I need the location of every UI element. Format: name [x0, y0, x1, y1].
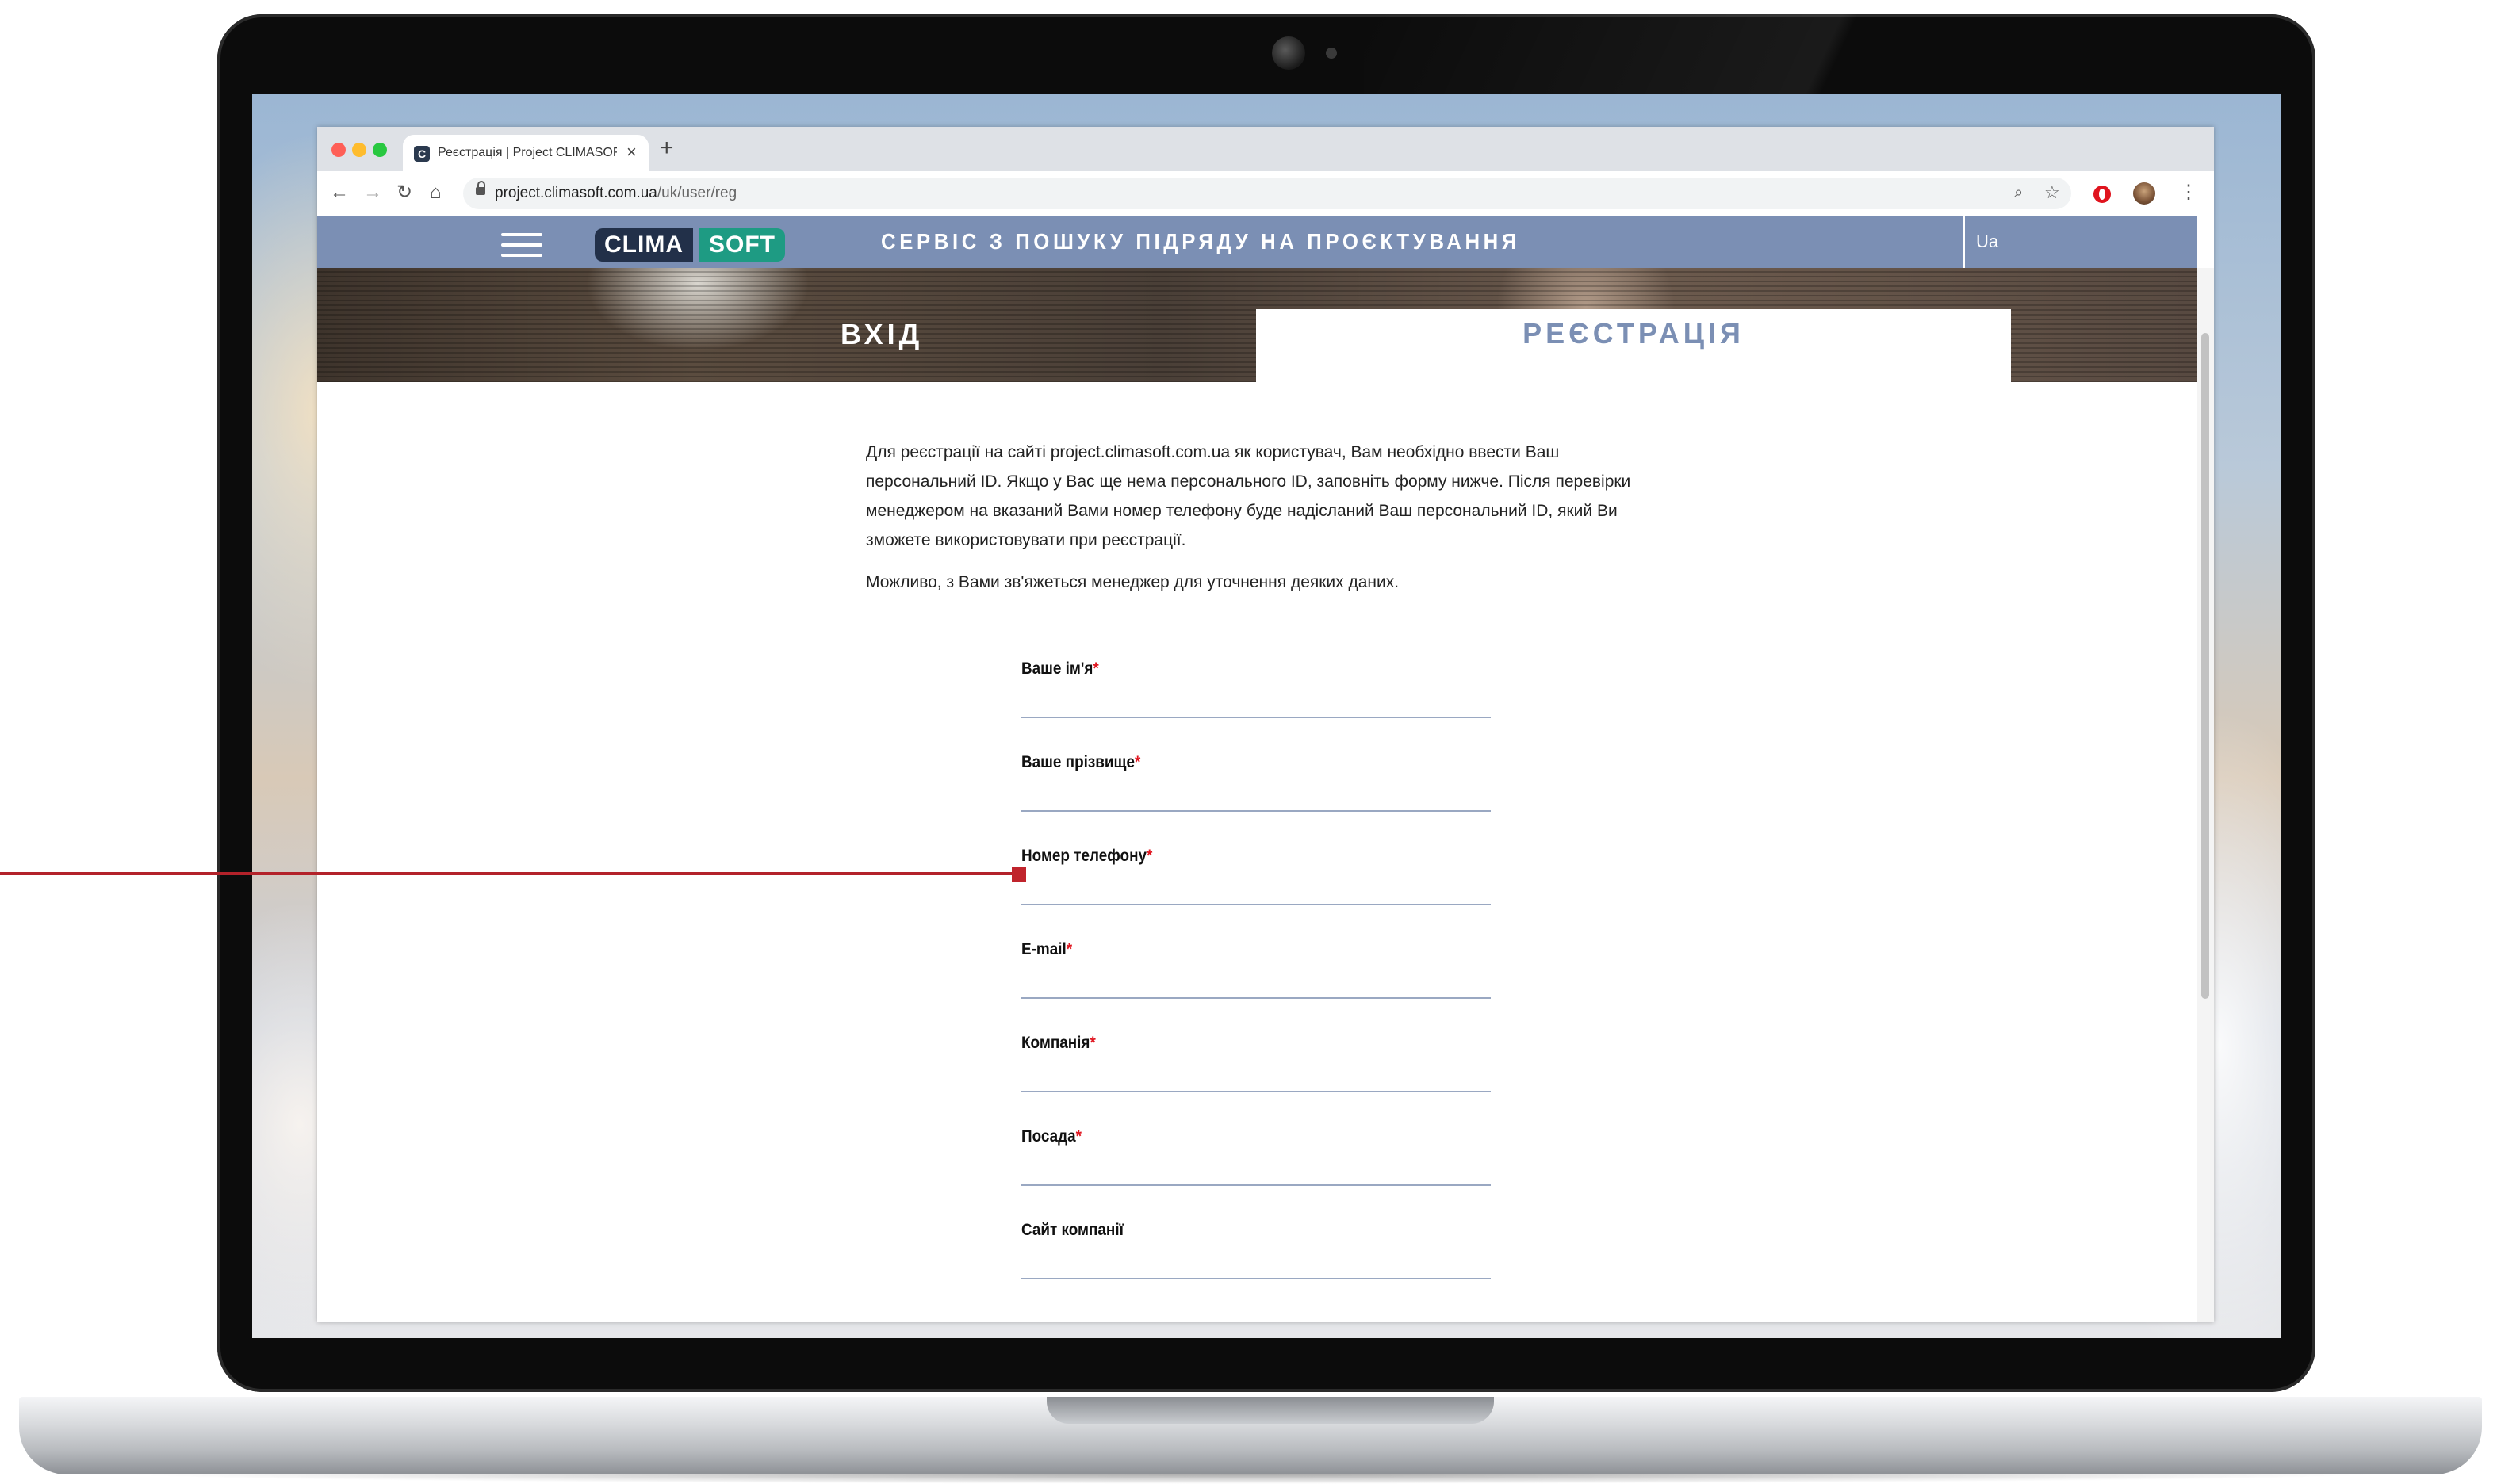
field-label-text: Компанія: [1021, 1034, 1090, 1052]
back-arrow-icon[interactable]: ←: [330, 181, 349, 205]
forward-arrow-icon[interactable]: →: [363, 181, 382, 205]
field-position: Посада*: [1021, 1127, 1491, 1221]
field-label-text: Сайт компанії: [1021, 1221, 1124, 1239]
lock-icon: [476, 181, 485, 195]
field-company: Компанія*: [1021, 1034, 1491, 1127]
laptop-screen: C Реєстрація | Project CLIMASOFT × + ← →…: [252, 94, 2281, 1338]
hamburger-menu-icon[interactable]: [501, 233, 542, 257]
opera-icon[interactable]: [2093, 186, 2111, 203]
logo-clima[interactable]: CLIMA: [595, 228, 693, 262]
close-tab-icon[interactable]: ×: [626, 143, 637, 162]
site-title: СЕРВІС З ПОШУКУ ПІДРЯДУ НА ПРОЄКТУВАННЯ: [881, 229, 1520, 254]
browser-tab[interactable]: C Реєстрація | Project CLIMASOFT ×: [403, 135, 649, 171]
favicon-icon: C: [414, 146, 430, 162]
close-window-button[interactable]: [331, 143, 346, 157]
field-last-name: Ваше прізвище*: [1021, 753, 1491, 847]
maximize-window-button[interactable]: [373, 143, 387, 157]
callout-marker: [1012, 867, 1026, 882]
logo-soft[interactable]: SOFT: [699, 228, 785, 262]
address-bar[interactable]: project.climasoft.com.ua/uk/user/reg ⌕ ☆: [463, 178, 2071, 209]
language-divider: [1963, 216, 1965, 268]
url-host: project.climasoft.com.ua: [495, 185, 657, 201]
new-tab-icon[interactable]: +: [660, 136, 674, 160]
camera-icon: [1272, 36, 1305, 70]
web-page: CLIMA SOFT СЕРВІС З ПОШУКУ ПІДРЯДУ НА ПР…: [317, 216, 2214, 1322]
field-label-text: Посада: [1021, 1127, 1076, 1146]
field-label-text: Ваше прізвище: [1021, 753, 1135, 771]
field-company-site: Сайт компанії: [1021, 1221, 1491, 1314]
company-site-input[interactable]: [1021, 1246, 1491, 1279]
star-icon[interactable]: ☆: [2044, 181, 2060, 205]
field-label: Ваше ім'я*: [1021, 660, 1099, 679]
avatar-icon[interactable]: [2133, 182, 2155, 205]
field-label: E-mail*: [1021, 940, 1072, 959]
field-label: Номер телефону*: [1021, 847, 1152, 866]
company-input[interactable]: [1021, 1059, 1491, 1092]
required-mark: *: [1093, 660, 1099, 678]
registration-form: Ваше ім'я* Ваше прізвище* Номер телефону…: [1021, 660, 1491, 1314]
minimize-window-button[interactable]: [352, 143, 366, 157]
first-name-input[interactable]: [1021, 685, 1491, 718]
required-mark: *: [1147, 847, 1153, 865]
home-icon[interactable]: ⌂: [430, 181, 442, 205]
site-header: CLIMA SOFT СЕРВІС З ПОШУКУ ПІДРЯДУ НА ПР…: [317, 216, 2197, 268]
field-label-text: Номер телефону: [1021, 847, 1147, 865]
field-email: E-mail*: [1021, 940, 1491, 1034]
field-first-name: Ваше ім'я*: [1021, 660, 1491, 753]
language-selector[interactable]: Ua: [1976, 216, 1998, 268]
required-mark: *: [1134, 753, 1141, 771]
field-label: Сайт компанії: [1021, 1221, 1124, 1240]
url-path: /uk/user/reg: [657, 185, 737, 201]
zoom-icon[interactable]: ⌕: [2014, 181, 2023, 205]
tab-title: Реєстрація | Project CLIMASOFT: [438, 146, 617, 159]
field-label: Компанія*: [1021, 1034, 1096, 1053]
reload-icon[interactable]: ↻: [396, 181, 412, 205]
required-mark: *: [1090, 1034, 1096, 1052]
intro-text: Для реєстрації на сайті project.climasof…: [866, 443, 1631, 549]
field-label: Посада*: [1021, 1127, 1082, 1146]
url-text: project.climasoft.com.ua/uk/user/reg: [495, 185, 737, 202]
camera-indicator: [1326, 48, 1337, 59]
intro-section: Для реєстрації на сайті project.climasof…: [866, 438, 1659, 597]
field-label-text: E-mail: [1021, 940, 1067, 958]
field-phone: Номер телефону*: [1021, 847, 1491, 940]
phone-input[interactable]: [1021, 872, 1491, 905]
field-label-text: Ваше ім'я: [1021, 660, 1093, 678]
manager-note: Можливо, з Вами зв'яжеться менеджер для …: [866, 573, 1400, 591]
browser-tab-bar: C Реєстрація | Project CLIMASOFT × +: [317, 127, 2214, 171]
tab-register[interactable]: РЕЄСТРАЦІЯ: [1256, 309, 2011, 382]
kebab-menu-icon[interactable]: ⋮: [2179, 181, 2198, 205]
tab-login[interactable]: ВХІД: [841, 295, 936, 409]
scroll-thumb[interactable]: [2201, 333, 2209, 999]
required-mark: *: [1066, 940, 1073, 958]
required-mark: *: [1075, 1127, 1082, 1146]
last-name-input[interactable]: [1021, 778, 1491, 812]
browser-window: C Реєстрація | Project CLIMASOFT × + ← →…: [317, 127, 2214, 1322]
field-label: Ваше прізвище*: [1021, 753, 1140, 772]
callout-line: [0, 872, 1023, 875]
tab-register-label: РЕЄСТРАЦІЯ: [1522, 317, 1745, 350]
email-input[interactable]: [1021, 966, 1491, 999]
laptop-notch: [1047, 1397, 1494, 1424]
position-input[interactable]: [1021, 1153, 1491, 1186]
page-scrollbar[interactable]: [2197, 268, 2214, 1322]
browser-toolbar: ← → ↻ ⌂ project.climasoft.com.ua/uk/user…: [317, 171, 2214, 216]
